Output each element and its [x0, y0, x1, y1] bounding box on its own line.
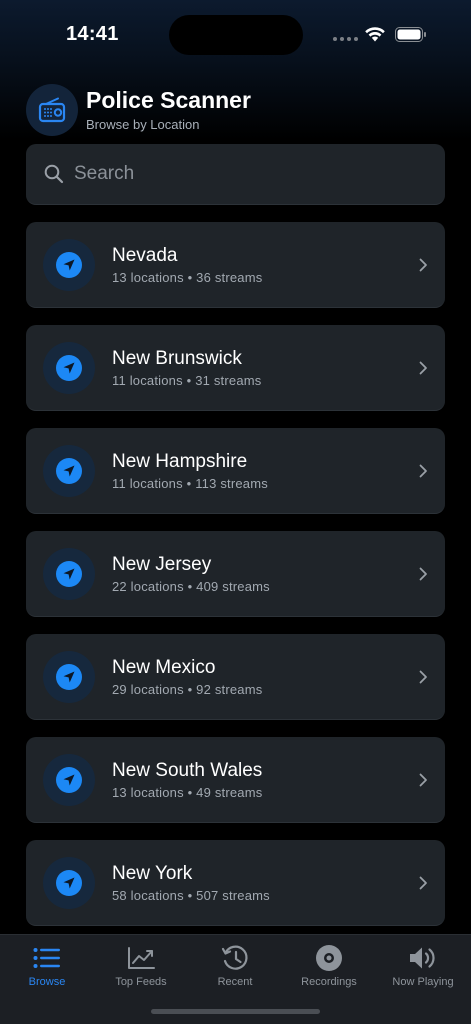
location-arrow-icon	[43, 548, 95, 600]
radio-icon	[26, 84, 78, 136]
chevron-right-icon	[419, 773, 427, 787]
search-input[interactable]	[74, 163, 404, 185]
browse-screen: 14:41 Police Scanner Browse by Location	[0, 0, 471, 1024]
tab-browse[interactable]: Browse	[0, 943, 94, 988]
list-icon	[0, 943, 94, 973]
location-meta: 22 locations • 409 streams	[112, 579, 270, 594]
cellular-signal-icon	[333, 37, 358, 41]
location-name: New Hampshire	[112, 451, 248, 472]
location-meta: 11 locations • 113 streams	[112, 476, 268, 491]
chevron-right-icon	[419, 876, 427, 890]
location-row[interactable]: New York 58 locations • 507 streams	[26, 840, 445, 926]
location-name: New Jersey	[112, 554, 212, 575]
trending-chart-icon	[94, 943, 188, 973]
battery-icon	[395, 27, 426, 42]
location-name: New York	[112, 863, 193, 884]
location-list: Nevada 13 locations • 36 streams New Bru…	[26, 222, 445, 943]
tab-label: Now Playing	[392, 976, 454, 988]
location-meta: 13 locations • 49 streams	[112, 785, 263, 800]
chevron-right-icon	[419, 464, 427, 478]
chevron-right-icon	[419, 567, 427, 581]
location-row[interactable]: Nevada 13 locations • 36 streams	[26, 222, 445, 308]
location-row[interactable]: New South Wales 13 locations • 49 stream…	[26, 737, 445, 823]
chevron-right-icon	[419, 258, 427, 272]
speaker-icon	[376, 943, 470, 973]
location-name: New South Wales	[112, 760, 263, 781]
location-meta: 11 locations • 31 streams	[112, 373, 262, 388]
tab-label: Recent	[217, 976, 253, 988]
dynamic-island	[169, 15, 303, 55]
location-meta: 29 locations • 92 streams	[112, 682, 263, 697]
tab-label: Top Feeds	[115, 976, 167, 988]
search-icon	[44, 164, 64, 184]
record-disc-icon	[282, 943, 376, 973]
chevron-right-icon	[419, 361, 427, 375]
history-clock-icon	[188, 943, 282, 973]
location-arrow-icon	[43, 651, 95, 703]
home-indicator[interactable]	[151, 1009, 320, 1014]
wifi-icon	[365, 27, 385, 42]
location-row[interactable]: New Mexico 29 locations • 92 streams	[26, 634, 445, 720]
tab-recordings[interactable]: Recordings	[282, 943, 376, 988]
location-row[interactable]: New Jersey 22 locations • 409 streams	[26, 531, 445, 617]
location-name: New Brunswick	[112, 348, 242, 369]
location-meta: 13 locations • 36 streams	[112, 270, 263, 285]
location-name: New Mexico	[112, 657, 216, 678]
search-bar[interactable]	[26, 144, 445, 205]
status-time: 14:41	[66, 23, 119, 45]
tab-label: Recordings	[301, 976, 357, 988]
tab-now-playing[interactable]: Now Playing	[376, 943, 470, 988]
location-name: Nevada	[112, 245, 178, 266]
location-row[interactable]: New Hampshire 11 locations • 113 streams	[26, 428, 445, 514]
location-meta: 58 locations • 507 streams	[112, 888, 270, 903]
location-arrow-icon	[43, 342, 95, 394]
tab-top-feeds[interactable]: Top Feeds	[94, 943, 188, 988]
location-arrow-icon	[43, 239, 95, 291]
location-arrow-icon	[43, 754, 95, 806]
tab-label: Browse	[28, 976, 66, 988]
location-row[interactable]: New Brunswick 11 locations • 31 streams	[26, 325, 445, 411]
location-arrow-icon	[43, 857, 95, 909]
page-title: Police Scanner	[86, 87, 251, 113]
chevron-right-icon	[419, 670, 427, 684]
location-arrow-icon	[43, 445, 95, 497]
tab-recent[interactable]: Recent	[188, 943, 282, 988]
page-subtitle: Browse by Location	[86, 117, 200, 132]
status-bar: 14:41	[0, 0, 471, 70]
